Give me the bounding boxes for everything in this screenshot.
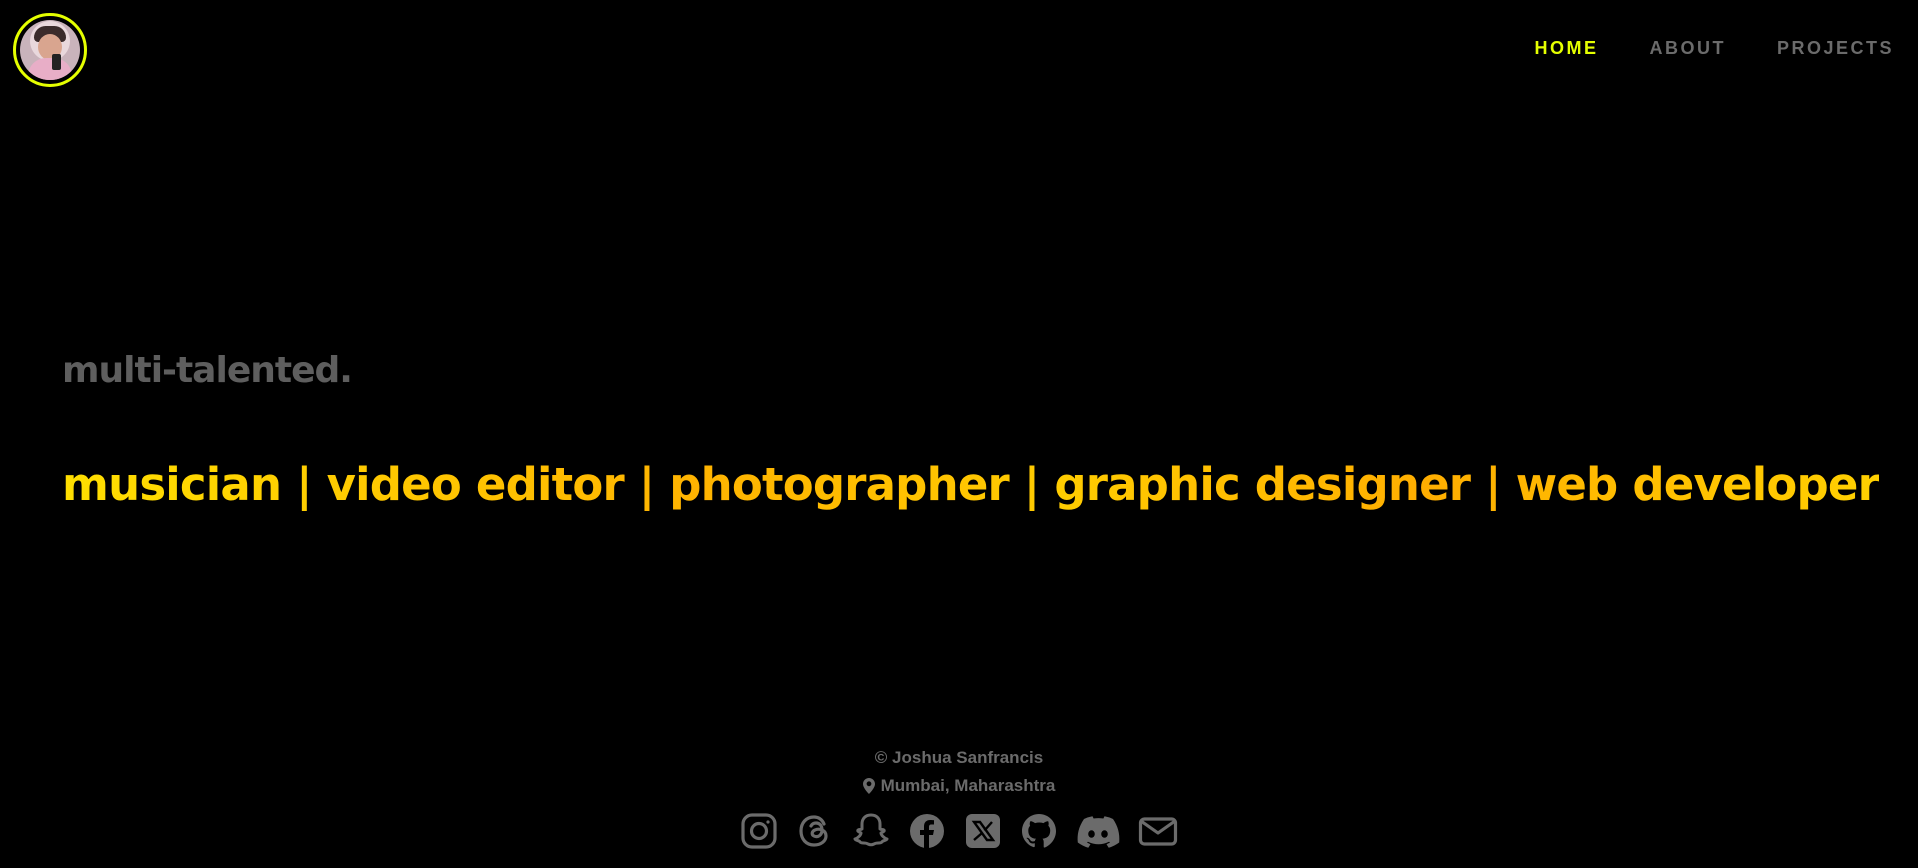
instagram-icon[interactable] bbox=[740, 812, 778, 850]
snapchat-icon[interactable] bbox=[852, 812, 890, 850]
location-text: Mumbai, Maharashtra bbox=[880, 776, 1056, 795]
social-links bbox=[0, 812, 1918, 850]
nav-projects[interactable]: PROJECTS bbox=[1777, 38, 1894, 59]
site-header: HOME ABOUT PROJECTS bbox=[0, 0, 1918, 100]
github-icon[interactable] bbox=[1020, 812, 1058, 850]
nav-about[interactable]: ABOUT bbox=[1649, 38, 1726, 59]
main-nav: HOME ABOUT PROJECTS bbox=[1534, 38, 1894, 59]
hero-tagline: multi-talented. bbox=[62, 350, 353, 391]
avatar[interactable] bbox=[13, 13, 87, 87]
threads-icon[interactable] bbox=[796, 812, 834, 850]
profile-photo bbox=[20, 20, 80, 80]
map-pin-icon bbox=[862, 778, 875, 794]
x-icon[interactable] bbox=[964, 812, 1002, 850]
mail-icon[interactable] bbox=[1138, 812, 1178, 850]
hero-roles: musician | video editor | photographer |… bbox=[62, 458, 1880, 511]
location: Mumbai, Maharashtra bbox=[0, 772, 1918, 800]
copyright-text: © Joshua Sanfrancis bbox=[874, 748, 1044, 767]
discord-icon[interactable] bbox=[1076, 812, 1120, 850]
facebook-icon[interactable] bbox=[908, 812, 946, 850]
site-footer: © Joshua Sanfrancis Mumbai, Maharashtra bbox=[0, 744, 1918, 850]
nav-home[interactable]: HOME bbox=[1534, 38, 1598, 59]
